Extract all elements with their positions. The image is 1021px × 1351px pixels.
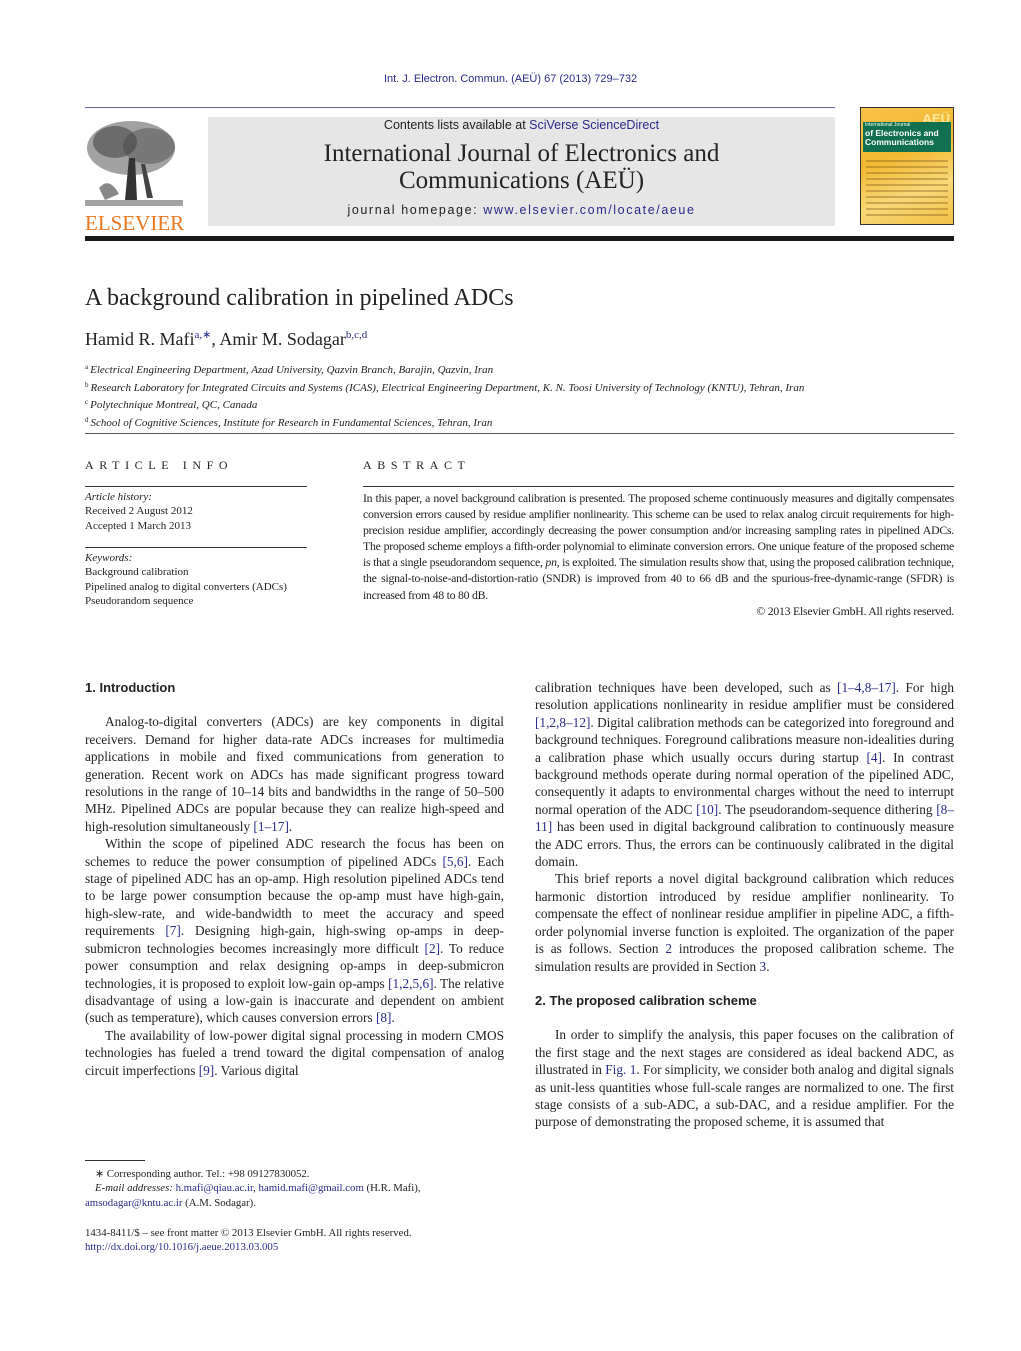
accepted-date: Accepted 1 March 2013 bbox=[85, 519, 191, 532]
paragraph: Analog-to-digital converters (ADCs) are … bbox=[85, 714, 504, 834]
author-list: Hamid R. Mafia,∗, Amir M. Sodagarb,c,d bbox=[85, 328, 367, 350]
author-affiliation-marks[interactable]: a,∗ bbox=[195, 329, 212, 341]
affiliation-text: Research Laboratory for Integrated Circu… bbox=[90, 381, 805, 394]
issn-line: 1434-8411/$ – see front matter © 2013 El… bbox=[85, 1227, 412, 1239]
affiliation-item: a Electrical Engineering Department, Azad… bbox=[85, 360, 804, 378]
body-column-left: 1. Introduction Analog-to-digital conver… bbox=[85, 679, 504, 1079]
affiliation-text: Electrical Engineering Department, Azad … bbox=[90, 364, 494, 376]
citation-link[interactable]: [1–17] bbox=[253, 819, 288, 834]
article-history: Article history: Received 2 August 2012 … bbox=[85, 490, 193, 533]
citation-link[interactable]: [5,6] bbox=[442, 854, 467, 869]
received-date: Received 2 August 2012 bbox=[85, 505, 193, 518]
paragraph: This brief reports a novel digital backg… bbox=[535, 871, 954, 974]
affiliation-item: c Polytechnique Montreal, QC, Canada bbox=[85, 395, 804, 413]
footnote-rule bbox=[85, 1160, 145, 1161]
cover-band-line2: Communications bbox=[865, 137, 934, 147]
sciencedirect-link[interactable]: SciVerse ScienceDirect bbox=[529, 118, 659, 132]
email-link[interactable]: hamid.mafi@gmail.com bbox=[259, 1182, 364, 1194]
affiliation-mark: c bbox=[85, 398, 89, 406]
cover-contents-lines bbox=[866, 160, 948, 220]
homepage-line: journal homepage: www.elsevier.com/locat… bbox=[208, 203, 835, 217]
keyword-item: Pseudorandom sequence bbox=[85, 594, 194, 607]
author-affiliation-marks[interactable]: b,c,d bbox=[346, 329, 367, 341]
citation-link[interactable]: [10] bbox=[696, 802, 718, 817]
front-matter-rule bbox=[85, 433, 954, 434]
journal-citation-link[interactable]: Int. J. Electron. Commun. (AEÜ) 67 (2013… bbox=[0, 73, 1021, 85]
elsevier-tree-icon bbox=[85, 118, 183, 206]
doi-link[interactable]: http://dx.doi.org/10.1016/j.aeue.2013.03… bbox=[85, 1241, 278, 1253]
abstract-heading: ABSTRACT bbox=[363, 458, 471, 472]
header-rule bbox=[85, 107, 835, 108]
paragraph: calibration techniques have been develop… bbox=[535, 680, 954, 870]
author-name: Amir M. Sodagar bbox=[219, 329, 346, 349]
footnotes: ∗ Corresponding author. Tel.: +98 091278… bbox=[85, 1167, 515, 1210]
abstract-text: In this paper, a novel background calibr… bbox=[363, 490, 954, 619]
affiliation-text: School of Cognitive Sciences, Institute … bbox=[90, 416, 493, 429]
affiliation-text: Polytechnique Montreal, QC, Canada bbox=[90, 399, 258, 411]
email-link[interactable]: h.mafi@qiau.ac.ir bbox=[176, 1182, 254, 1194]
cover-title-band: International Journal of Electronics and… bbox=[863, 122, 951, 152]
citation-link[interactable]: [9] bbox=[199, 1063, 215, 1078]
history-label: Article history: bbox=[85, 491, 152, 503]
abstract-copyright: © 2013 Elsevier GmbH. All rights reserve… bbox=[756, 603, 954, 618]
email-link[interactable]: amsodagar@kntu.ac.ir bbox=[85, 1197, 182, 1209]
journal-title-line2: Communications (AEÜ) bbox=[398, 167, 645, 194]
homepage-link[interactable]: www.elsevier.com/locate/aeue bbox=[483, 203, 695, 217]
citation-link[interactable]: [4] bbox=[866, 750, 882, 765]
article-info-heading: ARTICLE INFO bbox=[85, 458, 234, 472]
email-label: E-mail addresses: bbox=[95, 1182, 173, 1195]
journal-title: International Journal of Electronics and… bbox=[208, 140, 835, 194]
header-thick-rule bbox=[85, 236, 954, 241]
contents-line: Contents lists available at SciVerse Sci… bbox=[208, 118, 835, 132]
affiliation-mark: d bbox=[85, 415, 89, 424]
citation-link[interactable]: [1–4,8–17] bbox=[837, 680, 896, 695]
affiliation-item: d School of Cognitive Sciences, Institute… bbox=[85, 413, 804, 431]
homepage-prefix: journal homepage: bbox=[347, 203, 484, 217]
abstract-rule bbox=[363, 486, 954, 487]
author-name: Hamid R. Mafi bbox=[85, 329, 195, 349]
email-line: E-mail addresses: h.mafi@qiau.ac.ir, ham… bbox=[95, 1182, 421, 1195]
body-column-right: calibration techniques have been develop… bbox=[535, 679, 954, 1131]
front-matter-info: 1434-8411/$ – see front matter © 2013 El… bbox=[85, 1226, 515, 1255]
article-title: A background calibration in pipelined AD… bbox=[85, 285, 514, 311]
keywords-label: Keywords: bbox=[85, 552, 133, 564]
citation-link[interactable]: [2] bbox=[425, 941, 441, 956]
affiliation-mark: a bbox=[85, 363, 89, 371]
keyword-item: Pipelined analog to digital converters (… bbox=[85, 580, 287, 593]
affiliation-item: b Research Laboratory for Integrated Circ… bbox=[85, 378, 804, 396]
paragraph: In order to simplify the analysis, this … bbox=[535, 1027, 954, 1130]
paragraph: Within the scope of pipelined ADC resear… bbox=[85, 836, 504, 1026]
elsevier-logo[interactable]: ELSEVIER bbox=[85, 118, 185, 235]
email-line: amsodagar@kntu.ac.ir (A.M. Sodagar). bbox=[85, 1196, 256, 1209]
journal-title-line1: International Journal of Electronics and bbox=[323, 140, 720, 167]
article-info-rule bbox=[85, 486, 307, 487]
citation-link[interactable]: [8] bbox=[376, 1010, 392, 1025]
section-heading-introduction: 1. Introduction bbox=[85, 680, 176, 695]
figure-link[interactable]: Fig. 1 bbox=[605, 1062, 636, 1077]
citation-link[interactable]: [1,2,8–12] bbox=[535, 715, 590, 730]
affiliations: a Electrical Engineering Department, Azad… bbox=[85, 360, 804, 430]
contents-prefix: Contents lists available at bbox=[383, 118, 530, 132]
keyword-item: Background calibration bbox=[85, 566, 189, 579]
section-heading-proposed-scheme: 2. The proposed calibration scheme bbox=[535, 992, 757, 1008]
journal-masthead: Contents lists available at SciVerse Sci… bbox=[208, 117, 835, 226]
corresponding-author-note: ∗ Corresponding author. Tel.: +98 091278… bbox=[95, 1168, 310, 1180]
elsevier-wordmark: ELSEVIER bbox=[85, 211, 185, 235]
citation-link[interactable]: [7] bbox=[165, 923, 181, 938]
abstract-pn-symbol: pn bbox=[545, 555, 557, 570]
citation-link[interactable]: [1,2,5,6] bbox=[388, 976, 433, 991]
keywords-rule bbox=[85, 547, 307, 548]
affiliation-mark: b bbox=[85, 380, 89, 389]
journal-cover-thumbnail[interactable]: AEÜ International Journal of Electronics… bbox=[860, 107, 954, 225]
keywords: Keywords: Background calibration Pipelin… bbox=[85, 551, 307, 608]
paragraph: The availability of low-power digital si… bbox=[85, 1027, 504, 1078]
